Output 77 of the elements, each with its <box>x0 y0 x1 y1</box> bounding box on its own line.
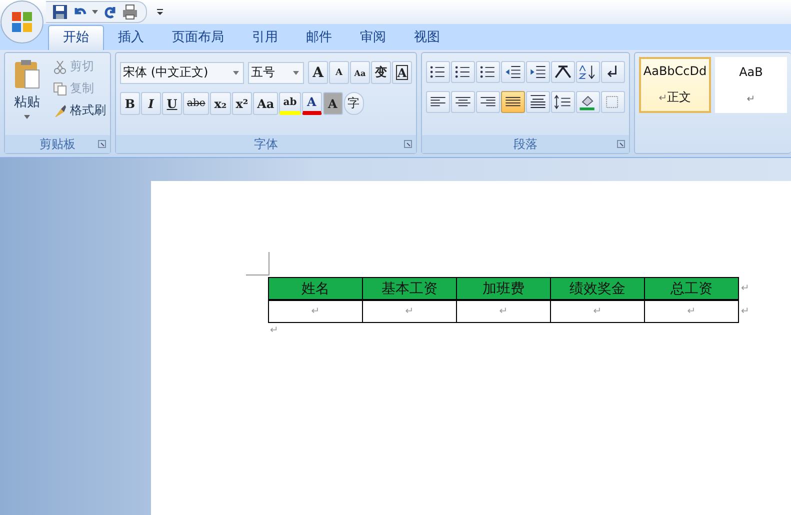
format-button[interactable]: ab <box>279 92 301 115</box>
format-button[interactable]: A <box>322 92 343 115</box>
format-button[interactable]: 字 <box>344 92 364 115</box>
caret-icon <box>233 70 239 74</box>
group-label: 段落 <box>514 136 538 152</box>
paint-bucket-icon[interactable] <box>576 91 600 113</box>
table-header-cell: 姓名 <box>269 278 363 300</box>
ribbon-tab[interactable]: 邮件 <box>292 26 346 50</box>
brush-icon <box>53 104 67 118</box>
ribbon-tab[interactable]: 开始 <box>48 25 104 50</box>
table-cell: ↵ <box>551 301 645 323</box>
row-end-mark: ↵ <box>741 283 750 294</box>
margin-corner-mark <box>246 252 270 276</box>
indent-icon[interactable] <box>526 61 550 83</box>
format-button[interactable]: A <box>308 61 328 84</box>
style-preview: AaBbCcDd <box>643 64 707 78</box>
paste-button[interactable]: 粘贴 <box>7 57 47 131</box>
group-label: 字体 <box>254 136 278 152</box>
table-header-cell: 总工资 <box>645 278 739 300</box>
outdent-icon[interactable] <box>501 61 525 83</box>
table-cell: ↵ <box>645 301 739 323</box>
table-cell: ↵ <box>457 301 551 323</box>
caret-icon <box>293 70 299 74</box>
launcher-icon[interactable] <box>404 140 412 148</box>
borders-icon[interactable] <box>601 91 625 113</box>
table-header-cell: 基本工资 <box>363 278 457 300</box>
table-cell: ↵ <box>363 301 457 323</box>
table-header-cell: 加班费 <box>457 278 551 300</box>
table-header-cell: 绩效奖金 <box>551 278 645 300</box>
format-button[interactable]: x² <box>232 92 252 115</box>
format-button[interactable]: A <box>329 61 349 84</box>
style-option[interactable]: AaBbCcDd ↵正文 <box>639 57 711 113</box>
align-button[interactable] <box>426 91 450 113</box>
line-spacing-icon[interactable] <box>551 91 575 113</box>
sort-icon[interactable] <box>576 61 600 83</box>
format-button[interactable]: Aa <box>350 61 370 84</box>
clipboard-item[interactable]: 格式刷 <box>51 101 108 120</box>
ribbon-tab[interactable]: 页面布局 <box>158 26 238 50</box>
style-name: ↵ <box>746 93 756 105</box>
launcher-icon[interactable] <box>617 140 625 148</box>
format-button[interactable]: x₂ <box>210 92 231 115</box>
caret-icon[interactable] <box>92 10 98 14</box>
format-button[interactable]: A <box>392 61 412 84</box>
paragraph-mark: ↵ <box>270 325 280 336</box>
style-preview: AaB <box>739 65 763 79</box>
ribbon-tab[interactable]: 插入 <box>104 26 158 50</box>
format-button[interactable]: Aa <box>253 92 278 115</box>
table-cell: ↵ <box>269 301 363 323</box>
redo-icon[interactable] <box>102 4 118 20</box>
customize-icon[interactable] <box>157 9 163 15</box>
style-option[interactable]: AaB ↵ <box>715 57 787 113</box>
launcher-icon[interactable] <box>98 140 106 148</box>
style-name: ↵正文 <box>658 88 692 106</box>
caret-icon <box>24 115 30 119</box>
format-button[interactable]: B <box>120 92 140 115</box>
clipboard-icon <box>14 59 40 89</box>
format-button[interactable]: I <box>141 92 161 115</box>
ribbon-tab[interactable]: 引用 <box>238 26 292 50</box>
format-button[interactable]: 变 <box>371 61 391 84</box>
align-button[interactable] <box>476 91 500 113</box>
ribbon-tab[interactable]: 视图 <box>400 26 454 50</box>
font-size-field[interactable]: 五号 <box>248 62 304 84</box>
bullets-icon[interactable] <box>426 61 450 83</box>
format-button[interactable]: U <box>162 92 182 115</box>
format-button[interactable]: abe <box>183 92 210 115</box>
printer-icon[interactable] <box>122 4 138 20</box>
save-icon[interactable] <box>52 4 68 20</box>
row-end-mark: ↵ <box>741 306 750 317</box>
group-label: 剪贴板 <box>40 136 76 152</box>
format-button[interactable]: A <box>302 92 322 115</box>
align-button[interactable] <box>526 91 550 113</box>
scissors-icon <box>53 60 67 74</box>
ribbon-tab[interactable]: 审阅 <box>346 26 400 50</box>
copy-icon <box>53 82 67 96</box>
align-button[interactable] <box>501 91 525 113</box>
font-name-field[interactable]: 宋体 (中文正文) <box>120 62 244 84</box>
align-button[interactable] <box>451 91 475 113</box>
